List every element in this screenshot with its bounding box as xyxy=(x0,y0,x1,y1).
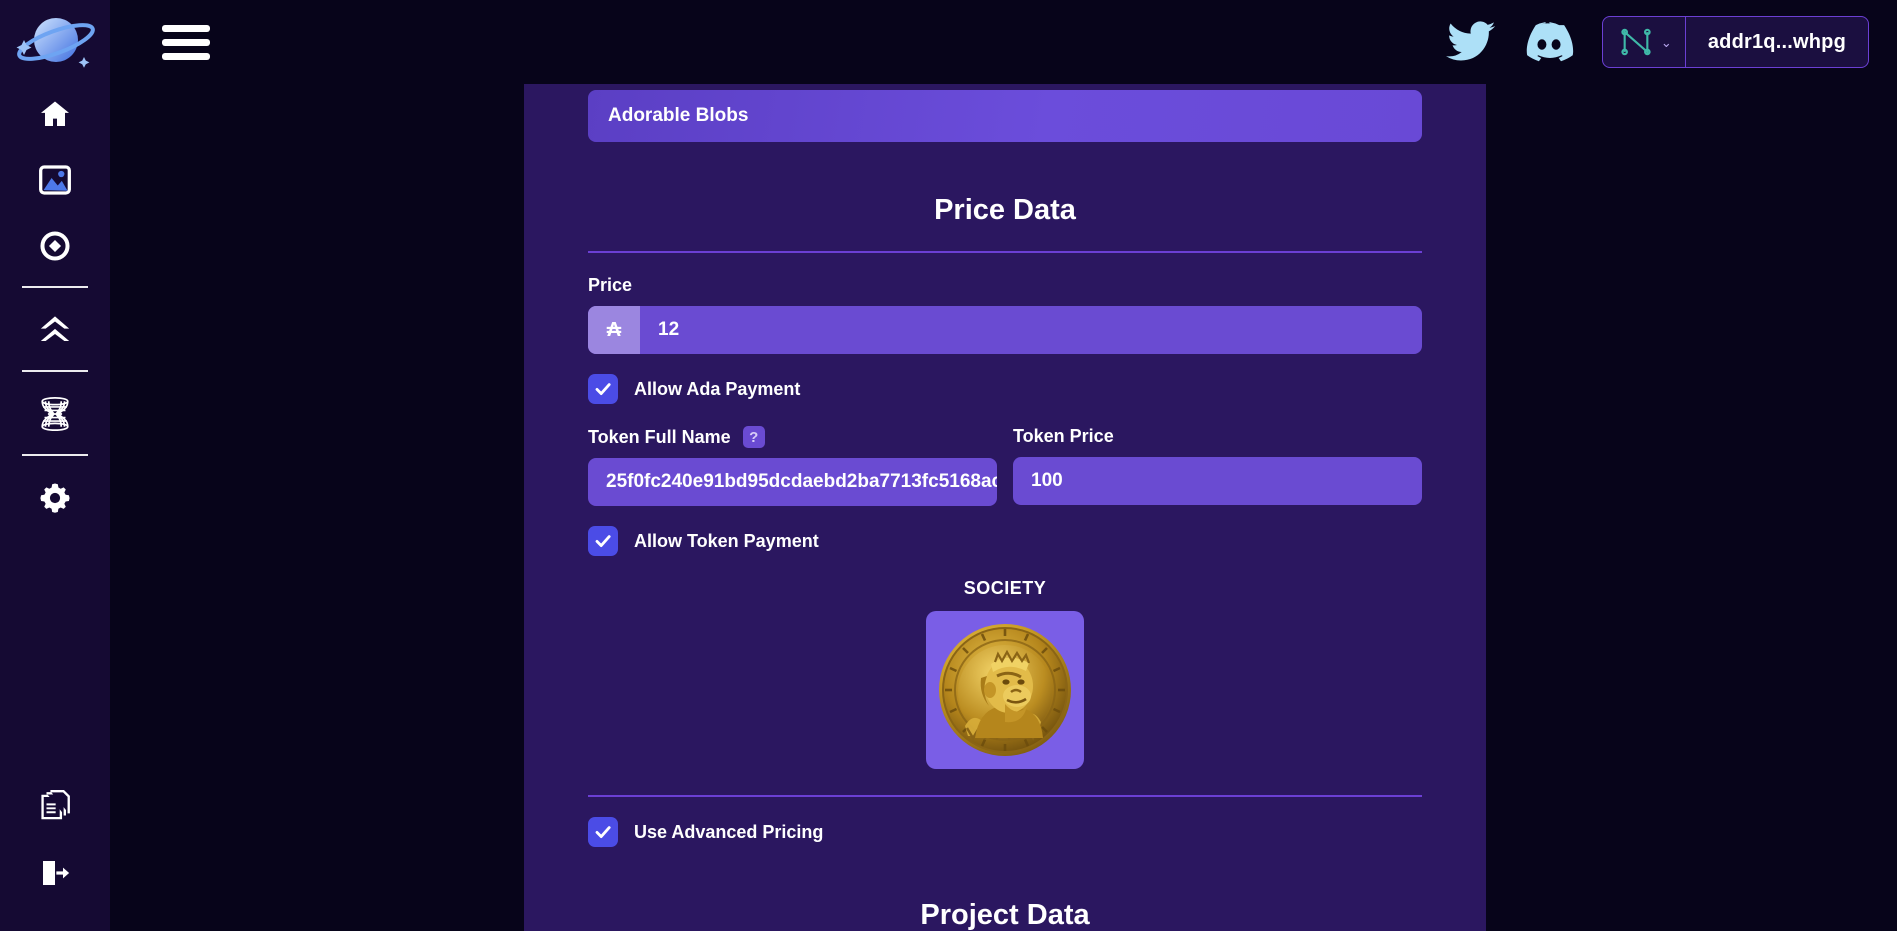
collection-title: Adorable Blobs xyxy=(608,105,749,126)
gold-coin-icon xyxy=(939,624,1071,756)
sidebar-divider xyxy=(22,286,88,288)
sidebar-item-gallery[interactable] xyxy=(27,152,83,208)
project-data-heading: Project Data xyxy=(920,899,1090,931)
left-sidebar xyxy=(0,0,110,931)
token-price-field: Token Price 100 xyxy=(1013,404,1422,506)
allow-ada-payment-row[interactable]: Allow Ada Payment xyxy=(588,374,1422,404)
wallet-address[interactable]: addr1q...whpg xyxy=(1686,17,1868,67)
hamburger-icon[interactable] xyxy=(162,21,214,63)
price-label: Price xyxy=(588,275,1422,296)
chevron-down-icon[interactable]: ⌄ xyxy=(1661,36,1672,49)
sidebar-divider xyxy=(22,454,88,456)
wallet-provider[interactable]: ⌄ xyxy=(1603,17,1686,67)
discord-icon[interactable] xyxy=(1524,22,1574,62)
section-divider xyxy=(588,251,1422,253)
top-bar: ⌄ addr1q...whpg xyxy=(110,0,1897,84)
nami-wallet-icon xyxy=(1621,28,1651,56)
token-image[interactable] xyxy=(926,611,1084,769)
sidebar-item-logout[interactable] xyxy=(27,845,83,901)
sidebar-item-settings[interactable] xyxy=(27,470,83,526)
sidebar-item-mint[interactable] xyxy=(27,218,83,274)
price-data-heading: Price Data xyxy=(934,194,1076,226)
allow-token-payment-label: Allow Token Payment xyxy=(634,530,819,551)
sidebar-item-upgrade[interactable] xyxy=(27,302,83,358)
sidebar-item-hourglass[interactable] xyxy=(27,386,83,442)
main-content-panel: Adorable Blobs Price Data Price ₳ 12 All… xyxy=(524,84,1486,931)
token-price-input[interactable]: 100 xyxy=(1013,457,1422,505)
token-price-label: Token Price xyxy=(1013,426,1422,447)
allow-ada-payment-label: Allow Ada Payment xyxy=(634,378,801,399)
advanced-divider xyxy=(588,795,1422,797)
help-icon[interactable]: ? xyxy=(742,426,765,448)
token-preview: SOCIETY xyxy=(588,578,1422,769)
price-label-text: Price xyxy=(588,275,633,295)
token-full-name-input[interactable]: 25f0fc240e91bd95dcdaebd2ba7713fc5168ac xyxy=(588,458,997,506)
allow-ada-payment-checkbox[interactable] xyxy=(588,374,618,404)
use-advanced-pricing-checkbox[interactable] xyxy=(588,817,618,847)
price-input[interactable]: ₳ 12 xyxy=(588,306,1422,354)
sidebar-divider xyxy=(22,370,88,372)
token-price-value[interactable]: 100 xyxy=(1013,470,1422,492)
use-advanced-pricing-label: Use Advanced Pricing xyxy=(634,821,824,842)
ada-symbol-icon: ₳ xyxy=(588,306,640,354)
price-input-value[interactable]: 12 xyxy=(640,319,1422,341)
token-full-name-value[interactable]: 25f0fc240e91bd95dcdaebd2ba7713fc5168ac xyxy=(588,471,997,493)
planet-logo-icon[interactable] xyxy=(12,10,98,76)
sidebar-item-home[interactable] xyxy=(27,86,83,142)
token-full-name-label: Token Full Name ? xyxy=(588,426,997,448)
sidebar-item-documents[interactable] xyxy=(27,779,83,835)
app-root: ⌄ addr1q...whpg Adorable Blobs Price Dat… xyxy=(0,0,1897,931)
top-bar-right-group: ⌄ addr1q...whpg xyxy=(1445,16,1869,68)
allow-token-payment-row[interactable]: Allow Token Payment xyxy=(588,526,1422,556)
collection-title-bar[interactable]: Adorable Blobs xyxy=(588,90,1422,142)
sidebar-bottom-group xyxy=(27,769,83,901)
token-price-label-text: Token Price xyxy=(1013,426,1114,446)
token-display-name: SOCIETY xyxy=(963,578,1047,598)
wallet-selector[interactable]: ⌄ addr1q...whpg xyxy=(1601,16,1869,68)
token-fields-row: Token Full Name ? 25f0fc240e91bd95dcdaeb… xyxy=(588,404,1422,506)
token-full-name-field: Token Full Name ? 25f0fc240e91bd95dcdaeb… xyxy=(588,404,997,506)
allow-token-payment-checkbox[interactable] xyxy=(588,526,618,556)
twitter-icon[interactable] xyxy=(1445,21,1496,63)
use-advanced-pricing-row[interactable]: Use Advanced Pricing xyxy=(588,817,1422,847)
token-full-name-label-text: Token Full Name xyxy=(588,426,731,447)
